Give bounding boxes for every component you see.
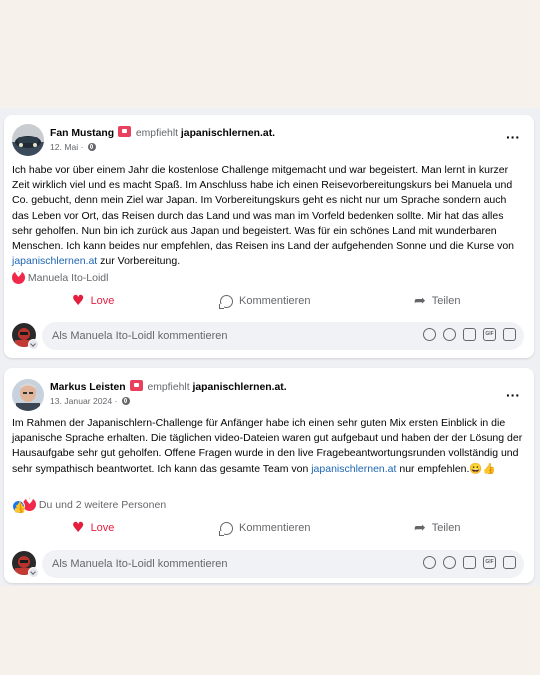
comment-placeholder: Als Manuela Ito-Loidl kommentieren bbox=[52, 558, 228, 570]
share-icon: ➦ bbox=[414, 520, 426, 536]
page-link[interactable]: japanischlernen.at bbox=[12, 255, 97, 267]
recommends-label: empfiehlt bbox=[147, 382, 190, 393]
post-body-text-end: nur empfehlen.😀👍 bbox=[396, 462, 496, 475]
heart-icon: ♥ bbox=[72, 520, 85, 536]
heart-reaction-icon bbox=[12, 270, 25, 284]
action-bar: ♥ Love Kommentieren ➦ Teilen bbox=[4, 290, 534, 312]
heart-icon: ♥ bbox=[72, 293, 85, 309]
globe-icon bbox=[87, 143, 96, 151]
comment-icon bbox=[219, 294, 233, 309]
love-label: Love bbox=[90, 295, 115, 307]
post-body: Ich habe vor über einem Jahr die kostenl… bbox=[12, 163, 526, 269]
author-name[interactable]: Fan Mustang bbox=[50, 128, 114, 139]
gif-icon[interactable]: GIF bbox=[483, 328, 496, 341]
page-name-link[interactable]: japanischlernen.at. bbox=[181, 128, 275, 139]
comment-icon bbox=[219, 521, 233, 536]
post-date[interactable]: 13. Januar 2024 · bbox=[50, 396, 117, 406]
recommend-badge-icon bbox=[117, 126, 131, 137]
page-name-link[interactable]: japanischlernen.at. bbox=[193, 382, 287, 393]
comment-placeholder: Als Manuela Ito-Loidl kommentieren bbox=[52, 330, 228, 342]
camera-icon[interactable] bbox=[463, 556, 476, 569]
post-body-text: Ich habe vor über einem Jahr die kostenl… bbox=[12, 164, 515, 253]
comment-button[interactable]: Kommentieren bbox=[219, 517, 311, 539]
recommend-badge-icon bbox=[129, 380, 143, 391]
author-avatar[interactable] bbox=[12, 379, 44, 411]
reactions-summary[interactable]: 👍 Du und 2 weitere Personen bbox=[12, 497, 167, 513]
comment-label: Kommentieren bbox=[239, 295, 311, 307]
love-label: Love bbox=[90, 522, 115, 534]
post-header: Markus Leisten empfiehlt japanischlernen… bbox=[50, 380, 287, 393]
share-button[interactable]: ➦ Teilen bbox=[414, 290, 460, 312]
like-reaction-icon: 👍 bbox=[12, 500, 25, 513]
reactions-text: Manuela Ito-Loidl bbox=[27, 272, 109, 284]
post-header: Fan Mustang empfiehlt japanischlernen.at… bbox=[50, 126, 275, 139]
author-avatar[interactable] bbox=[12, 124, 44, 156]
page-link[interactable]: japanischlernen.at bbox=[311, 463, 396, 475]
post-date-line: 13. Januar 2024 · bbox=[50, 396, 130, 406]
comment-input[interactable]: Als Manuela Ito-Loidl kommentieren GIF bbox=[42, 550, 524, 578]
action-bar: ♥ Love Kommentieren ➦ Teilen bbox=[4, 517, 534, 539]
gif-icon[interactable]: GIF bbox=[483, 556, 496, 569]
globe-icon bbox=[121, 397, 130, 405]
more-options-icon[interactable]: ··· bbox=[506, 387, 520, 403]
love-button[interactable]: ♥ Love bbox=[72, 290, 114, 312]
share-button[interactable]: ➦ Teilen bbox=[414, 517, 460, 539]
emoji-icon[interactable] bbox=[443, 556, 456, 569]
input-icons: GIF bbox=[423, 328, 516, 341]
comment-input[interactable]: Als Manuela Ito-Loidl kommentieren GIF bbox=[42, 322, 524, 350]
reactions-text: Du und 2 weitere Personen bbox=[38, 499, 167, 511]
comment-button[interactable]: Kommentieren bbox=[219, 290, 311, 312]
reactions-summary[interactable]: Manuela Ito-Loidl bbox=[12, 270, 109, 284]
recommendation-post: Markus Leisten empfiehlt japanischlernen… bbox=[4, 368, 534, 583]
chevron-down-icon[interactable] bbox=[28, 339, 39, 350]
input-icons: GIF bbox=[423, 556, 516, 569]
post-body: Im Rahmen der Japanischlern-Challenge fü… bbox=[12, 416, 526, 477]
avatar-sticker-icon[interactable] bbox=[423, 328, 436, 341]
post-date-line: 12. Mai · bbox=[50, 142, 96, 152]
post-body-text-end: zur Vorbereitung. bbox=[97, 255, 181, 268]
comment-composer: Als Manuela Ito-Loidl kommentieren GIF bbox=[4, 322, 534, 350]
love-button[interactable]: ♥ Love bbox=[72, 517, 114, 539]
sticker-icon[interactable] bbox=[503, 556, 516, 569]
comment-composer: Als Manuela Ito-Loidl kommentieren GIF bbox=[4, 550, 534, 578]
post-date[interactable]: 12. Mai · bbox=[50, 142, 83, 152]
sticker-icon[interactable] bbox=[503, 328, 516, 341]
camera-icon[interactable] bbox=[463, 328, 476, 341]
comment-label: Kommentieren bbox=[239, 522, 311, 534]
recommendation-post: Fan Mustang empfiehlt japanischlernen.at… bbox=[4, 115, 534, 358]
share-label: Teilen bbox=[431, 295, 461, 307]
avatar-sticker-icon[interactable] bbox=[423, 556, 436, 569]
emoji-icon[interactable] bbox=[443, 328, 456, 341]
share-label: Teilen bbox=[431, 522, 461, 534]
more-options-icon[interactable]: ··· bbox=[506, 129, 520, 145]
recommends-label: empfiehlt bbox=[135, 128, 179, 139]
share-icon: ➦ bbox=[414, 293, 426, 309]
author-name[interactable]: Markus Leisten bbox=[50, 382, 126, 393]
chevron-down-icon[interactable] bbox=[28, 567, 39, 578]
